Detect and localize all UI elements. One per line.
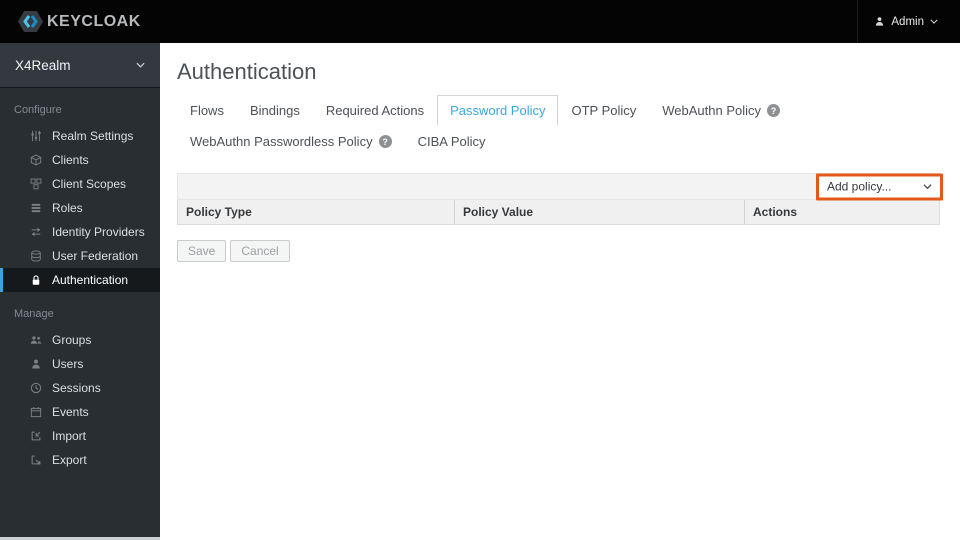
- sidebar-item-label: Users: [52, 357, 84, 371]
- clock-icon: [29, 382, 43, 394]
- sidebar-item-authentication[interactable]: Authentication: [0, 268, 160, 292]
- add-policy-select[interactable]: Add policy...: [819, 176, 940, 197]
- topbar: KEYCLOAK Admin: [0, 0, 960, 43]
- tab-password-policy[interactable]: Password Policy: [437, 95, 559, 126]
- sidebar-item-label: User Federation: [52, 249, 139, 263]
- chevron-down-icon: [136, 62, 145, 68]
- sidebar-item-client-scopes[interactable]: Client Scopes: [0, 172, 160, 196]
- save-button[interactable]: Save: [177, 240, 227, 262]
- calendar-icon: [29, 406, 43, 418]
- sidebar-item-user-federation[interactable]: User Federation: [0, 244, 160, 268]
- tab-label: WebAuthn Policy: [662, 103, 762, 118]
- sidebar-item-label: Export: [52, 453, 87, 467]
- list-bars-icon: [29, 202, 43, 214]
- help-icon[interactable]: ?: [767, 104, 781, 117]
- tab-ciba-policy[interactable]: CIBA Policy: [405, 126, 499, 157]
- tab-label: Flows: [190, 103, 224, 118]
- tab-label: Password Policy: [450, 103, 546, 118]
- keycloak-logo[interactable]: KEYCLOAK: [0, 8, 141, 35]
- sliders-icon: [29, 130, 43, 142]
- sidebar-item-import[interactable]: Import: [0, 424, 160, 448]
- chevron-down-icon: [930, 19, 938, 24]
- sidebar-item-users[interactable]: Users: [0, 352, 160, 376]
- cancel-button[interactable]: Cancel: [230, 240, 290, 262]
- sidebar-item-sessions[interactable]: Sessions: [0, 376, 160, 400]
- tab-label: CIBA Policy: [417, 134, 486, 149]
- sidebar-item-label: Identity Providers: [52, 225, 145, 239]
- user-menu-label: Admin: [891, 15, 924, 28]
- sidebar-item-label: Roles: [52, 201, 83, 215]
- tab-label: WebAuthn Passwordless Policy: [190, 134, 373, 149]
- help-icon[interactable]: ?: [378, 135, 392, 148]
- sidebar-item-export[interactable]: Export: [0, 448, 160, 472]
- import-icon: [29, 430, 43, 442]
- policy-table-toolbar: Add policy...: [177, 173, 943, 200]
- user-icon: [29, 358, 43, 370]
- sidebar-item-groups[interactable]: Groups: [0, 328, 160, 352]
- cube-icon: [29, 154, 43, 166]
- brand-text: KEYCLOAK: [47, 12, 141, 30]
- form-actions: Save Cancel: [177, 240, 940, 262]
- lock-icon: [29, 274, 43, 286]
- tab-bindings[interactable]: Bindings: [237, 95, 313, 126]
- user-menu[interactable]: Admin: [857, 0, 960, 43]
- tab-label: OTP Policy: [571, 103, 637, 118]
- realm-selector[interactable]: X4Realm: [0, 43, 160, 88]
- realm-selector-label: X4Realm: [15, 57, 71, 73]
- sidebar-item-label: Client Scopes: [52, 177, 127, 191]
- policy-table-header: Policy Type Policy Value Actions: [177, 199, 940, 225]
- password-policy-panel: Add policy... Policy Type Policy Value A…: [177, 173, 943, 262]
- user-icon: [874, 16, 885, 27]
- keycloak-logo-icon: [17, 8, 44, 35]
- exchange-arrows-icon: [29, 226, 43, 238]
- sidebar-item-label: Events: [52, 405, 89, 419]
- sidebar-item-label: Groups: [52, 333, 92, 347]
- tab-webauthn-policy[interactable]: WebAuthn Policy ?: [649, 95, 793, 126]
- sidebar-item-roles[interactable]: Roles: [0, 196, 160, 220]
- tab-label: Required Actions: [325, 103, 425, 118]
- sidebar-section-configure: Configure: [14, 104, 62, 116]
- chevron-down-icon: [923, 184, 932, 190]
- tab-flows[interactable]: Flows: [177, 95, 237, 126]
- sidebar-section-manage: Manage: [14, 308, 54, 320]
- tab-label: Bindings: [249, 103, 300, 118]
- tab-required-actions[interactable]: Required Actions: [313, 95, 437, 126]
- tab-webauthn-passwordless-policy[interactable]: WebAuthn Passwordless Policy ?: [177, 126, 405, 157]
- tab-otp-policy[interactable]: OTP Policy: [558, 95, 649, 126]
- sidebar-item-realm-settings[interactable]: Realm Settings: [0, 124, 160, 148]
- column-header-policy-value: Policy Value: [455, 200, 745, 224]
- page-title: Authentication: [177, 59, 317, 84]
- add-policy-select-value: Add policy...: [827, 179, 892, 194]
- group-icon: [29, 334, 43, 346]
- add-policy-highlight: Add policy...: [816, 173, 943, 200]
- sidebar-item-clients[interactable]: Clients: [0, 148, 160, 172]
- sidebar-item-label: Sessions: [52, 381, 101, 395]
- sidebar-item-identity-providers[interactable]: Identity Providers: [0, 220, 160, 244]
- main-content: Authentication Flows Bindings Required A…: [160, 43, 960, 540]
- page-body: X4Realm Configure Realm Settings Clients…: [0, 43, 960, 540]
- tab-bar: Flows Bindings Required Actions Password…: [177, 95, 940, 157]
- sidebar: X4Realm Configure Realm Settings Clients…: [0, 43, 160, 540]
- export-icon: [29, 454, 43, 466]
- column-header-policy-type: Policy Type: [178, 200, 455, 224]
- column-header-actions: Actions: [753, 205, 798, 219]
- database-icon: [29, 250, 43, 262]
- sidebar-item-label: Clients: [52, 153, 89, 167]
- cubes-icon: [29, 178, 43, 190]
- sidebar-item-events[interactable]: Events: [0, 400, 160, 424]
- sidebar-item-label: Import: [52, 429, 87, 443]
- sidebar-item-label: Authentication: [52, 273, 129, 287]
- sidebar-item-label: Realm Settings: [52, 129, 134, 143]
